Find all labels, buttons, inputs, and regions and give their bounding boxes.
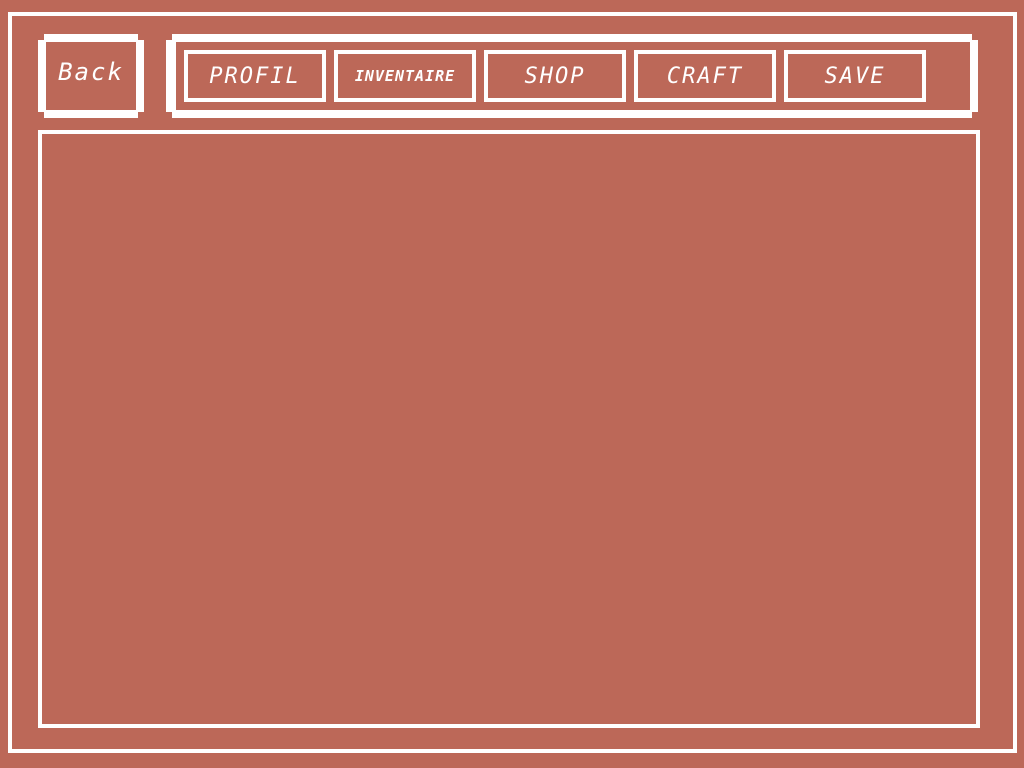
tab-save-label: SAVE bbox=[824, 63, 886, 89]
tab-profil-label: PROFIL bbox=[209, 63, 301, 89]
back-button-inner: Back bbox=[46, 42, 136, 110]
tab-shop[interactable]: SHOP bbox=[484, 50, 626, 102]
back-button[interactable]: Back bbox=[38, 34, 144, 118]
tab-craft[interactable]: CRAFT bbox=[634, 50, 776, 102]
tab-inventaire[interactable]: INVENTAIRE bbox=[334, 50, 476, 102]
tab-craft-label: CRAFT bbox=[666, 63, 744, 89]
tab-inventaire-label: INVENTAIRE bbox=[354, 67, 456, 85]
tab-save[interactable]: SAVE bbox=[784, 50, 926, 102]
tab-profil[interactable]: PROFIL bbox=[184, 50, 326, 102]
back-button-label: Back bbox=[58, 58, 124, 86]
nav-bar: PROFIL INVENTAIRE SHOP CRAFT SAVE bbox=[166, 34, 978, 118]
tab-shop-label: SHOP bbox=[524, 63, 586, 89]
nav-bar-inner: PROFIL INVENTAIRE SHOP CRAFT SAVE bbox=[176, 42, 970, 110]
content-panel bbox=[38, 130, 980, 728]
